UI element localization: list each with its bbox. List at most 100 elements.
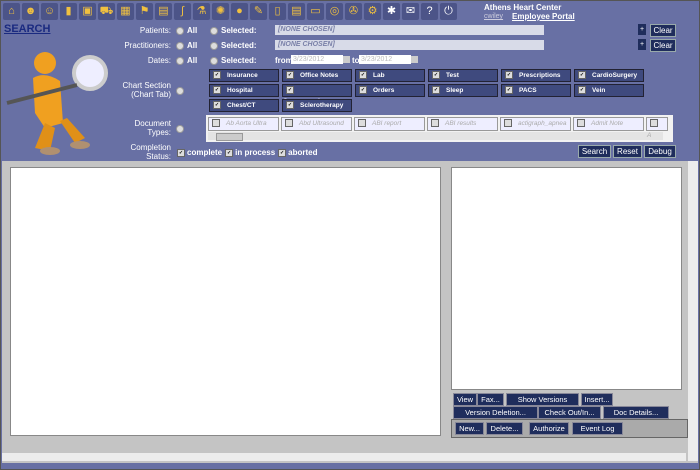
clear-patients-button[interactable]: Clear — [650, 24, 676, 37]
cart-icon[interactable]: ⛟ — [98, 3, 115, 20]
from-date-input[interactable]: 3/23/2012 — [291, 55, 343, 64]
new-button[interactable]: New... — [455, 422, 484, 435]
clear-practitioners-button[interactable]: Clear — [650, 39, 676, 52]
doc-type-checkbox[interactable]: Admit Note — [573, 117, 644, 131]
chart-icon[interactable]: ▮ — [60, 3, 77, 20]
patients-field[interactable]: [NONE CHOSEN] — [275, 25, 544, 35]
new-doc-icon[interactable]: ▯ — [269, 3, 286, 20]
toolbar: ⌂ ☻ ☺ ▮ ▣ ⛟ ▦ ⚑ ▤ ∫ ⚗ ✺ ● ✎ ▯ ▤ ▭ ◎ ✇ ⚙ ✱ ✉? ⏻ — [3, 3, 457, 20]
section-checkbox[interactable]: ✓ Prescriptions — [501, 69, 571, 82]
doc-type-checkbox[interactable]: Ab Aorta Ultra — [208, 117, 279, 131]
form-icon[interactable]: ▤ — [288, 3, 305, 20]
completion-complete-checkbox[interactable]: ✓ complete — [174, 148, 222, 157]
clipboard-icon[interactable]: ▤ — [155, 3, 172, 20]
chart-section-radio[interactable] — [176, 87, 184, 95]
doc-type-checkbox[interactable]: A — [646, 117, 668, 139]
section-checkbox[interactable]: ✓ Test — [428, 69, 498, 82]
practitioners-label: Practitioners: — [124, 41, 171, 50]
doc-details-button[interactable]: Doc Details... — [603, 406, 669, 419]
section-checkbox[interactable]: ✓ CardioSurgery — [574, 69, 644, 82]
document-preview[interactable] — [451, 167, 682, 390]
dates-selected-radio[interactable]: Selected: — [210, 56, 257, 65]
event-log-button[interactable]: Event Log — [572, 422, 623, 435]
org-name: Athens Heart Center — [484, 3, 562, 12]
doc-type-checkbox[interactable]: actigraph_apnea — [500, 117, 571, 131]
section-checkbox[interactable]: ✓ Chest/CT — [209, 99, 279, 112]
section-checkbox[interactable]: ✓ Lab — [355, 69, 425, 82]
section-checkbox[interactable]: ✓ Office Notes — [282, 69, 352, 82]
view-button[interactable]: View — [453, 393, 477, 406]
doc-types-label: Document Types: — [134, 119, 171, 137]
completion-in-process-checkbox[interactable]: ✓ in process — [222, 148, 275, 157]
section-checkbox[interactable]: ✓ Sclerotherapy — [282, 99, 352, 112]
user-link[interactable]: cwiley — [484, 13, 503, 20]
employee-portal-link[interactable]: Employee Portal — [512, 12, 575, 21]
gear-burst-icon[interactable]: ✺ — [212, 3, 229, 20]
flag-icon[interactable]: ⚑ — [136, 3, 153, 20]
delete-button[interactable]: Delete... — [486, 422, 523, 435]
horizontal-scrollbar[interactable] — [208, 132, 663, 141]
stethoscope-icon[interactable]: ∫ — [174, 3, 191, 20]
section-checkbox[interactable]: ✓ Orders — [355, 84, 425, 97]
dates-all-radio[interactable]: All — [176, 56, 197, 65]
add-patient-button[interactable]: + — [638, 24, 646, 35]
show-versions-button[interactable]: Show Versions — [506, 393, 579, 406]
power-icon[interactable]: ⏻ — [440, 3, 457, 20]
compass-icon[interactable]: ◎ — [326, 3, 343, 20]
completion-aborted-checkbox[interactable]: ✓ aborted — [275, 148, 317, 157]
pills-icon[interactable]: ● — [231, 3, 248, 20]
bottom-scrollbar[interactable] — [2, 453, 686, 461]
vertical-scrollbar[interactable] — [688, 161, 698, 461]
search-mascot-icon — [6, 52, 108, 155]
screen-icon[interactable]: ▣ — [79, 3, 96, 20]
globe-icon[interactable]: ✇ — [345, 3, 362, 20]
settings-cog-icon[interactable]: ⚙ — [364, 3, 381, 20]
section-checkbox[interactable]: ✓ Vein — [574, 84, 644, 97]
app-window: ⌂ ☻ ☺ ▮ ▣ ⛟ ▦ ⚑ ▤ ∫ ⚗ ✺ ● ✎ ▯ ▤ ▭ ◎ ✇ ⚙ ✱ ✉? ⏻ Athens Heart Ce… — [0, 0, 700, 470]
authorize-button[interactable]: Authorize — [529, 422, 569, 435]
search-button[interactable]: Search — [578, 145, 611, 158]
to-date-input[interactable]: 3/23/2012 — [359, 55, 411, 64]
results-list[interactable] — [10, 167, 441, 436]
completion-checkboxes: ✓ complete ✓ in process ✓ aborted — [174, 148, 317, 157]
home-icon[interactable]: ⌂ — [3, 3, 20, 20]
patients-selected-radio[interactable]: Selected: — [210, 26, 257, 35]
section-checkbox[interactable]: ✓Correspondence — [282, 84, 352, 105]
calendar-icon[interactable] — [411, 56, 418, 63]
doctor-icon[interactable]: ☺ — [41, 3, 58, 20]
section-checkbox[interactable]: ✓ Sleep — [428, 84, 498, 97]
completion-label: Completion Status: — [130, 143, 171, 161]
insert-button[interactable]: Insert... — [581, 393, 613, 406]
mail-icon[interactable]: ✉ — [402, 3, 419, 20]
doc-types-list: Ab Aorta Ultra Abd Ultrasound ABI report AB… — [206, 115, 673, 142]
main-area: View Fax... Show Versions Insert... Version … — [2, 161, 698, 463]
practitioners-selected-radio[interactable]: Selected: — [210, 41, 257, 50]
gear-icon[interactable]: ✱ — [383, 3, 400, 20]
dates-label: Dates: — [147, 56, 171, 65]
syringe-icon[interactable]: ✎ — [250, 3, 267, 20]
fax-icon[interactable]: ▭ — [307, 3, 324, 20]
help-icon[interactable]: ? — [421, 3, 438, 20]
section-checkbox[interactable]: ✓ Insurance — [209, 69, 279, 82]
add-practitioner-button[interactable]: + — [638, 39, 646, 50]
doc-type-checkbox[interactable]: Abd Ultrasound — [281, 117, 352, 131]
section-checkbox[interactable]: ✓ Hospital — [209, 84, 279, 97]
calendar-icon[interactable] — [343, 56, 350, 63]
fax-button[interactable]: Fax... — [477, 393, 504, 406]
patients-label: Patients: — [139, 26, 171, 35]
doc-types-radio[interactable] — [176, 125, 184, 133]
section-checkbox[interactable]: ✓ PACS — [501, 84, 571, 97]
practitioners-all-radio[interactable]: All — [176, 41, 197, 50]
practitioners-field[interactable]: [NONE CHOSEN] — [275, 40, 544, 50]
flask-icon[interactable]: ⚗ — [193, 3, 210, 20]
doc-type-checkbox[interactable]: ABI report — [354, 117, 425, 131]
calendar-icon[interactable]: ▦ — [117, 3, 134, 20]
patient-icon[interactable]: ☻ — [22, 3, 39, 20]
debug-button[interactable]: Debug — [644, 145, 676, 158]
version-deletion-button[interactable]: Version Deletion... — [453, 406, 538, 419]
patients-all-radio[interactable]: All — [176, 26, 197, 35]
doc-type-checkbox[interactable]: ABI results — [427, 117, 498, 131]
reset-button[interactable]: Reset — [613, 145, 642, 158]
check-out-in-button[interactable]: Check Out/In... — [538, 406, 601, 419]
chart-section-label: Chart Section (Chart Tab) — [122, 81, 171, 99]
